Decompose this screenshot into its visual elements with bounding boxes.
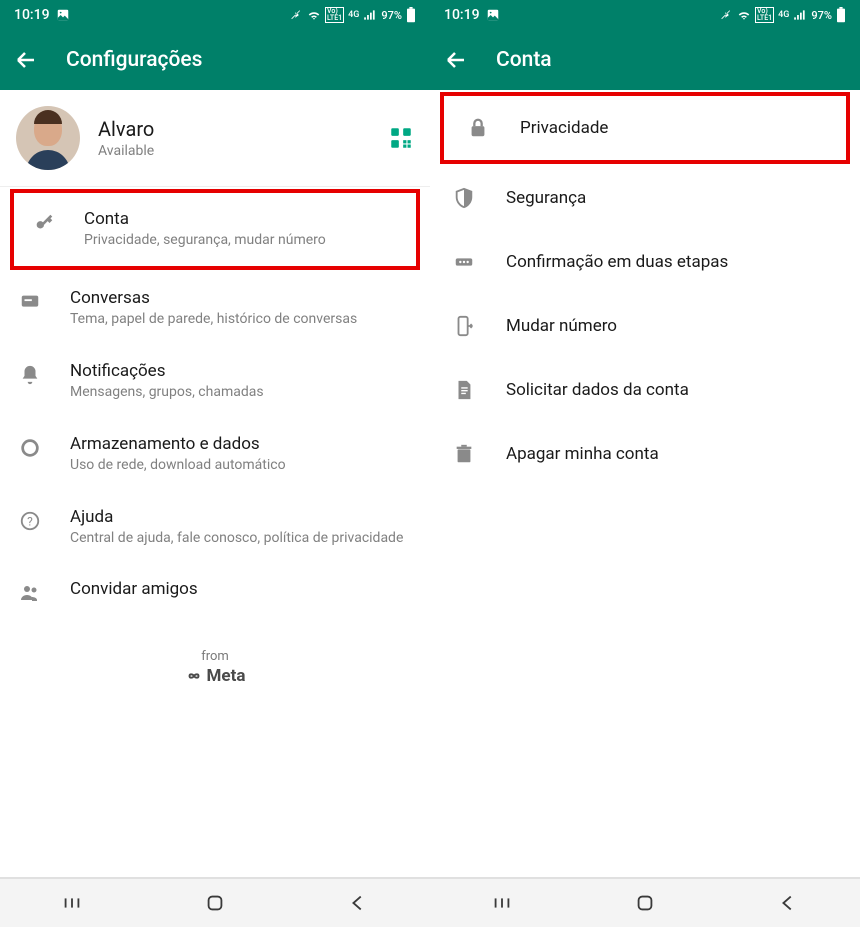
signal-icon [363,8,377,22]
settings-item-subtitle: Tema, papel de parede, histórico de conv… [70,310,412,329]
network-indicator: 4G [348,10,359,20]
mute-icon [289,8,303,22]
settings-item-chats[interactable]: Conversas Tema, papel de parede, históri… [0,272,430,345]
phone-right: 10:19 Vo)LTE1 4G 97% Con [430,0,860,927]
settings-item-title: Armazenamento e dados [70,434,412,454]
settings-item-subtitle: Central de ajuda, fale conosco, política… [70,529,412,548]
people-icon [18,581,42,605]
back-icon[interactable] [444,48,468,72]
key-icon [32,211,56,235]
page-title: Configurações [66,48,202,72]
account-item-title: Apagar minha conta [506,444,659,464]
volte-indicator: Vo)LTE1 [755,7,774,23]
app-bar: Configurações [0,30,430,90]
settings-item-title: Ajuda [70,507,412,527]
account-item-security[interactable]: Segurança [430,166,860,230]
footer-from: from [0,649,430,664]
page-title: Conta [496,48,552,72]
navigation-bar [0,877,430,927]
account-item-title: Confirmação em duas etapas [506,252,728,272]
settings-item-subtitle: Mensagens, grupos, chamadas [70,383,412,402]
account-item-delete[interactable]: Apagar minha conta [430,422,860,486]
account-item-change-number[interactable]: Mudar número [430,294,860,358]
gallery-icon [486,8,500,22]
trash-icon [452,442,476,466]
profile-row[interactable]: Alvaro Available [0,90,430,187]
bell-icon [18,363,42,387]
settings-item-storage[interactable]: Armazenamento e dados Uso de rede, downl… [0,418,430,491]
settings-item-invite[interactable]: Convidar amigos [0,563,430,621]
meta-infinity-icon [185,670,203,682]
signal-icon [793,8,807,22]
footer-meta: Meta [207,666,246,686]
status-time: 10:19 [14,7,50,23]
account-item-title: Solicitar dados da conta [506,380,689,400]
lock-icon [466,116,490,140]
battery-text: 97% [381,9,402,22]
navigation-bar [430,877,860,927]
avatar [16,106,80,170]
profile-status: Available [98,143,370,159]
settings-item-account[interactable]: Conta Privacidade, segurança, mudar núme… [10,189,420,270]
document-icon [452,378,476,402]
chat-icon [18,290,42,314]
account-item-privacy[interactable]: Privacidade [440,92,850,164]
battery-icon [836,7,846,23]
data-usage-icon [18,436,42,460]
status-bar: 10:19 Vo)LTE1 4G 97% [0,0,430,30]
account-item-title: Privacidade [520,118,608,138]
qr-icon[interactable] [388,125,414,151]
battery-text: 97% [811,9,832,22]
account-item-request-info[interactable]: Solicitar dados da conta [430,358,860,422]
settings-item-title: Conta [84,209,398,229]
volte-indicator: Vo)LTE1 [325,7,344,23]
profile-name: Alvaro [98,117,370,141]
wifi-icon [737,8,751,22]
settings-item-notifications[interactable]: Notificações Mensagens, grupos, chamadas [0,345,430,418]
password-icon [452,250,476,274]
settings-item-title: Conversas [70,288,412,308]
account-content: Privacidade Segurança Confirmação em dua… [430,90,860,877]
account-item-title: Segurança [506,188,586,208]
app-bar: Conta [430,30,860,90]
nav-home-icon[interactable] [634,892,656,914]
settings-item-help[interactable]: ? Ajuda Central de ajuda, fale conosco, … [0,491,430,564]
phone-left: 10:19 Vo)LTE1 4G 97% Con [0,0,430,927]
status-bar: 10:19 Vo)LTE1 4G 97% [430,0,860,30]
account-item-title: Mudar número [506,316,617,336]
gallery-icon [56,8,70,22]
network-indicator: 4G [778,10,789,20]
nav-recents-icon[interactable] [491,892,513,914]
battery-icon [406,7,416,23]
settings-item-subtitle: Uso de rede, download automático [70,456,412,475]
mute-icon [719,8,733,22]
account-item-two-step[interactable]: Confirmação em duas etapas [430,230,860,294]
svg-text:?: ? [27,514,33,528]
settings-content: Alvaro Available Conta Privacidade, segu… [0,90,430,877]
phone-arrow-icon [452,314,476,338]
status-time: 10:19 [444,7,480,23]
nav-back-icon[interactable] [777,892,799,914]
settings-item-subtitle: Privacidade, segurança, mudar número [84,231,398,250]
back-icon[interactable] [14,48,38,72]
meta-footer: from Meta [0,649,430,686]
settings-item-title: Notificações [70,361,412,381]
nav-recents-icon[interactable] [61,892,83,914]
settings-item-title: Convidar amigos [70,579,412,599]
wifi-icon [307,8,321,22]
nav-back-icon[interactable] [347,892,369,914]
nav-home-icon[interactable] [204,892,226,914]
help-icon: ? [18,509,42,533]
shield-icon [452,186,476,210]
